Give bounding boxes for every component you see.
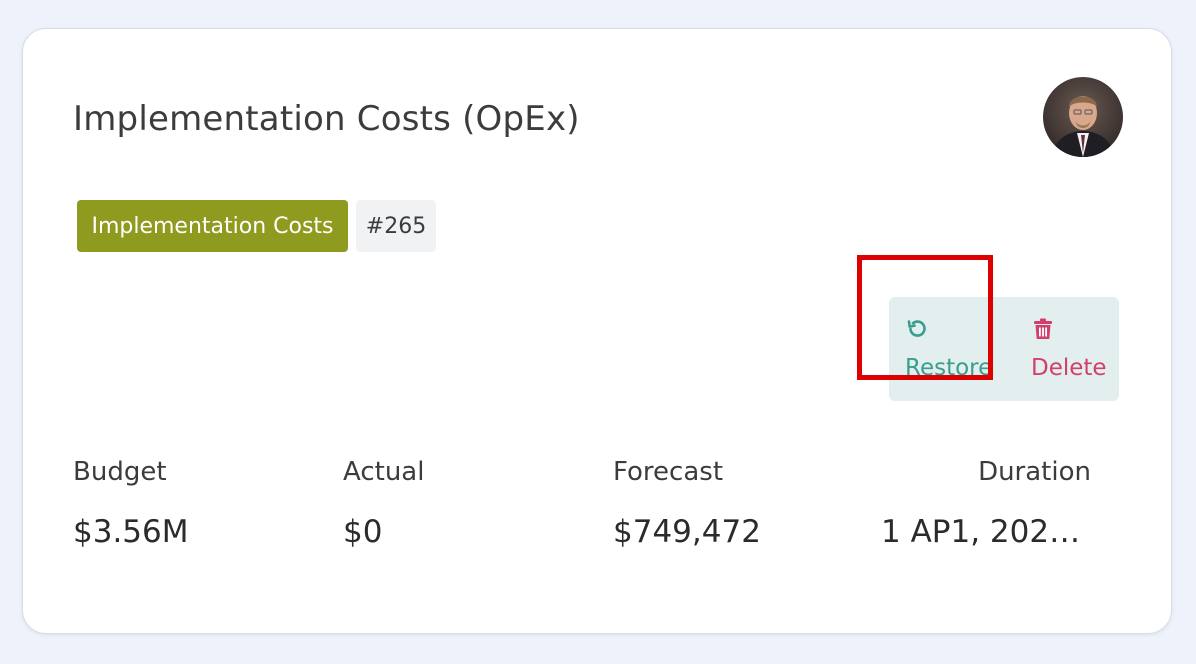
forecast-label: Forecast [613,457,724,487]
trash-icon [1034,318,1052,339]
card-title: Implementation Costs (OpEx) [73,99,580,139]
project-card: Implementation Costs (OpEx) Implementati… [22,28,1172,634]
delete-label: Delete [1031,355,1107,381]
budget-value: $3.56M [73,514,189,550]
avatar[interactable] [1043,77,1123,157]
category-tag[interactable]: Implementation Costs [77,200,348,252]
restore-icon [907,320,926,337]
delete-button[interactable]: Delete [1019,297,1119,401]
duration-value: 1 AP1, 2023 … [881,514,1091,550]
id-badge: #265 [356,200,436,252]
restore-label: Restore [905,355,993,381]
actual-label: Actual [343,457,425,487]
duration-label: Duration [978,457,1091,487]
actual-value: $0 [343,514,383,550]
action-group: Restore Delete [889,297,1119,401]
restore-button[interactable]: Restore [889,297,1007,401]
forecast-value: $749,472 [613,514,761,550]
budget-label: Budget [73,457,167,487]
